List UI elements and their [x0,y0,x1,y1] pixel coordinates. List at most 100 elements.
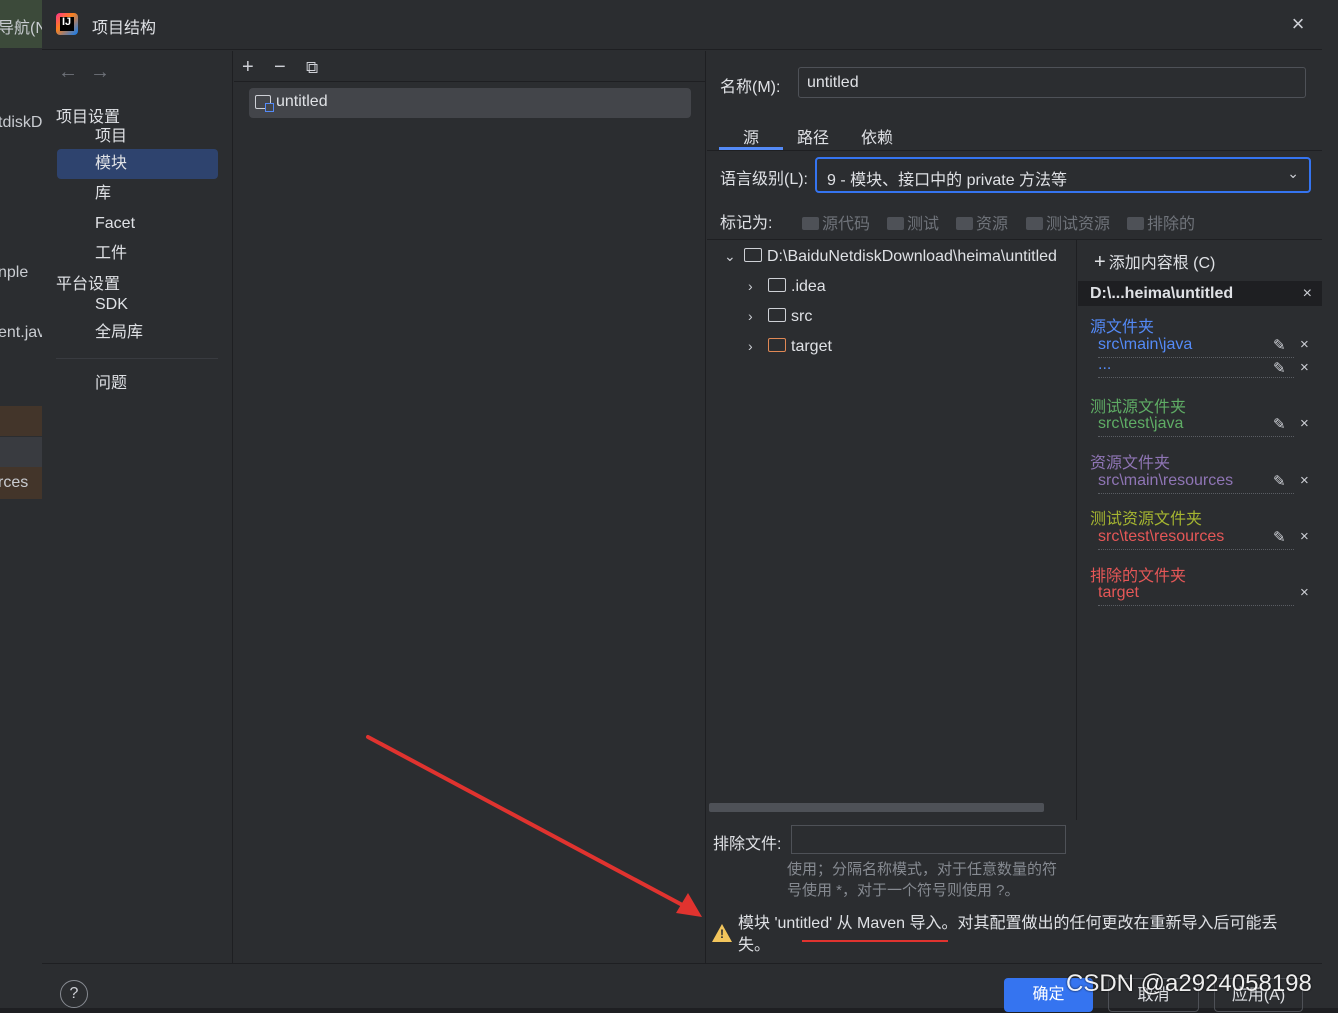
mark-sources-label: 源代码 [822,216,871,233]
chevron-right-icon[interactable]: › [748,338,768,354]
background-row [0,437,42,467]
add-content-root-button[interactable]: + 添加内容根 (C) [1094,249,1215,274]
source-folder-entry: ... [1098,356,1294,378]
nav-item-facet[interactable]: Facet [57,209,218,239]
tabs-divider [707,150,1322,151]
edit-icon[interactable]: ✎ [1273,415,1286,433]
nav-item-global-libraries[interactable]: 全局库 [57,318,218,348]
excluded-folder-entry: target [1098,584,1294,606]
module-name-field[interactable] [798,67,1306,98]
nav-divider [56,358,218,359]
module-details: 名称(M): 源 路径 依赖 语言级别(L): 9 - 模块、接口中的 priv… [707,51,1322,963]
test-resource-folder-entry: src\test\resources [1098,528,1294,550]
mark-excluded-button[interactable]: 排除的 [1127,210,1195,234]
tab-paths[interactable]: 路径 [797,124,829,148]
edit-icon[interactable]: ✎ [1273,528,1286,546]
tree-node-src[interactable]: › src [748,308,812,338]
remove-icon[interactable]: × [1300,528,1309,545]
tree-node-label: .idea [791,278,826,295]
folder-icon [1127,217,1144,230]
nav-item-sdk[interactable]: SDK [57,290,218,320]
toolbar-divider [234,81,706,82]
maven-import-warning: 模块 'untitled' 从 Maven 导入。对其配置做出的任何更改在重新导… [738,915,1278,954]
mark-test-resources-button[interactable]: 测试资源 [1026,210,1110,234]
remove-icon[interactable]: − [274,56,286,79]
module-icon [255,95,274,112]
chevron-right-icon[interactable]: › [748,278,768,294]
background-fragment: ent.jav [0,324,42,341]
test-source-folders-title: 测试源文件夹 [1090,399,1187,416]
background-ide: 导航(N tdiskD nple ent.jav rces [0,0,42,1008]
module-name: untitled [276,93,328,110]
mark-resources-label: 资源 [976,216,1009,233]
mark-tests-label: 测试 [907,216,940,233]
mark-as-label: 标记为: [720,215,773,232]
content-tree: ⌄ D:\BaiduNetdiskDownload\heima\untitled … [707,240,1077,820]
horizontal-scrollbar[interactable] [709,803,1044,812]
tab-dependencies[interactable]: 依赖 [861,124,893,148]
resource-folders-title: 资源文件夹 [1090,455,1171,472]
edit-icon[interactable]: ✎ [1273,359,1286,377]
content-root-path: D:\...heima\untitled [1090,285,1234,302]
exclude-files-field[interactable] [791,825,1066,854]
project-structure-dialog: IJ 项目结构 × ← → 项目设置 项目 模块 库 Facet 工件 平台设置… [42,0,1322,1012]
language-level-label: 语言级别(L): [720,171,809,188]
warning-icon [712,924,732,942]
excluded-folder-icon [768,338,786,352]
chevron-right-icon[interactable]: › [748,308,768,324]
dialog-title: 项目结构 [92,20,157,37]
nav-item-libraries[interactable]: 库 [57,179,218,209]
add-icon[interactable]: + [242,56,254,79]
forward-arrow-icon[interactable]: → [90,61,110,84]
background-fragment: tdiskD [0,114,42,131]
settings-nav: ← → 项目设置 项目 模块 库 Facet 工件 平台设置 SDK 全局库 问… [42,51,233,963]
add-content-root-label: 添加内容根 (C) [1108,255,1216,272]
remove-icon[interactable]: × [1300,584,1309,601]
source-folder-entry: src\main\java [1098,336,1294,358]
remove-icon[interactable]: × [1300,336,1309,353]
language-level-select[interactable]: 9 - 模块、接口中的 private 方法等 ⌄ [815,157,1311,193]
edit-icon[interactable]: ✎ [1273,472,1286,490]
mark-resources-button[interactable]: 资源 [956,210,1008,234]
remove-icon[interactable]: × [1300,415,1309,432]
remove-icon[interactable]: × [1300,359,1309,376]
remove-root-icon[interactable]: × [1303,281,1312,306]
nav-item-project[interactable]: 项目 [57,122,218,152]
content-roots-panel: + 添加内容根 (C) D:\...heima\untitled × 源文件夹 sr… [1078,240,1322,963]
background-ide-right [1322,0,1338,1008]
tab-sources[interactable]: 源 [743,124,759,148]
exclude-files-hint: 使用；分隔名称模式，对于任意数量的符号使用 *，对于一个符号则使用 ?。 [787,861,1058,899]
background-row [0,406,42,436]
nav-item-artifacts[interactable]: 工件 [57,239,218,269]
test-source-folder-entry: src\test\java [1098,415,1294,437]
back-arrow-icon[interactable]: ← [58,61,78,84]
close-icon[interactable]: × [1286,12,1310,36]
module-list-item[interactable]: untitled [249,88,691,118]
edit-icon[interactable]: ✎ [1273,336,1286,354]
tree-node-label: target [791,338,832,355]
tree-root-node[interactable]: ⌄ D:\BaiduNetdiskDownload\heima\untitled [724,248,1057,278]
folder-icon [1026,217,1043,230]
mark-sources-button[interactable]: 源代码 [802,210,870,234]
nav-item-modules[interactable]: 模块 [57,149,218,179]
plus-icon: + [1094,251,1106,273]
modules-pane: + − ⧉ untitled [234,51,706,963]
tree-node-target[interactable]: › target [748,338,832,368]
chevron-down-icon[interactable]: ⌄ [724,248,744,265]
dialog-titlebar: IJ 项目结构 × [42,0,1322,50]
remove-icon[interactable]: × [1300,472,1309,489]
mark-tests-button[interactable]: 测试 [887,210,939,234]
copy-icon[interactable]: ⧉ [306,58,318,78]
folder-icon [768,308,786,322]
nav-item-problems[interactable]: 问题 [57,369,218,399]
help-icon[interactable]: ? [60,980,88,1008]
test-resource-folders-title: 测试资源文件夹 [1090,511,1203,528]
folder-icon [768,278,786,292]
mark-test-resources-label: 测试资源 [1046,216,1111,233]
folder-icon [887,217,904,230]
tree-node-idea[interactable]: › .idea [748,278,826,308]
chevron-down-icon: ⌄ [1287,165,1299,181]
intellij-app-icon: IJ [56,13,78,35]
background-fragment: nple [0,264,29,281]
exclude-files-label: 排除文件: [713,836,782,853]
